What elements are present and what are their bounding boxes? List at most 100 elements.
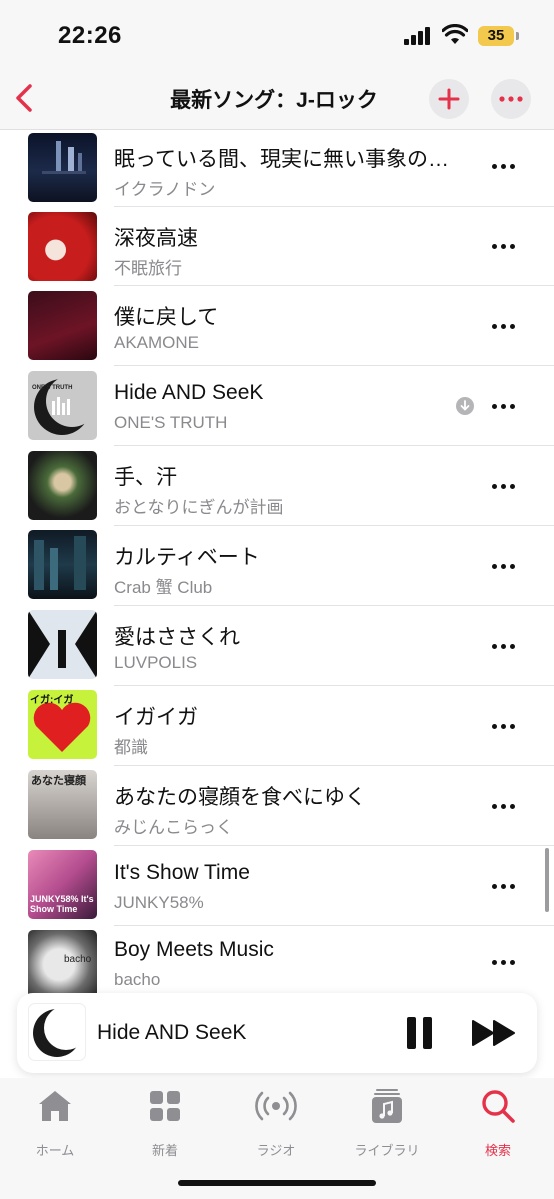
row-divider (114, 525, 554, 526)
row-divider (114, 445, 554, 446)
wifi-icon (442, 24, 468, 44)
song-title: It's Show Time (114, 861, 250, 884)
album-artwork (28, 291, 97, 360)
mini-player-title: Hide AND SeeK (97, 1021, 247, 1044)
row-more-button[interactable] (490, 796, 520, 816)
artwork-text: ONE'S TRUTH (32, 385, 73, 391)
song-title: 深夜高速 (114, 227, 198, 250)
plus-icon (438, 88, 460, 110)
page-title: 最新ソング：J-ロック (170, 89, 378, 112)
album-artwork (28, 133, 97, 202)
row-divider (114, 285, 554, 286)
song-artist: JUNKY58% (114, 893, 204, 912)
grid-icon (150, 1091, 180, 1121)
song-row[interactable]: 深夜高速 不眠旅行 (0, 210, 554, 290)
artwork-text: bacho (64, 954, 92, 965)
album-artwork: JUNKY58% It's Show Time (28, 850, 97, 919)
row-divider (114, 765, 554, 766)
home-indicator[interactable] (178, 1180, 376, 1186)
song-title: 手、汗 (114, 466, 177, 489)
song-row[interactable]: 愛はささくれ LUVPOLIS (0, 610, 554, 690)
row-divider (114, 605, 554, 606)
row-more-button[interactable] (490, 636, 520, 656)
mini-player-artwork (29, 1004, 85, 1060)
row-more-button[interactable] (490, 716, 520, 736)
more-options-button[interactable] (491, 79, 531, 119)
album-artwork: イガ:イガ (28, 690, 97, 759)
song-row[interactable]: 眠っている間、現実に無い事象の… イクラノドン (0, 130, 554, 210)
tab-search[interactable]: 検索 (448, 1088, 548, 1158)
search-icon (482, 1090, 515, 1123)
tab-label: ホーム (35, 1143, 75, 1158)
artwork-text: JUNKY58% It's Show Time (30, 894, 94, 914)
song-row[interactable]: あなた寝顔 あなたの寝顔を食べにゆく みじんこらっく (0, 770, 554, 850)
fast-forward-button[interactable] (472, 1019, 516, 1047)
row-more-button[interactable] (490, 396, 520, 416)
song-title: イガイガ (114, 706, 198, 729)
song-row[interactable]: JUNKY58% It's Show Time It's Show Time J… (0, 850, 554, 930)
row-more-button[interactable] (490, 476, 520, 496)
tab-home[interactable]: ホーム (5, 1088, 105, 1158)
album-artwork: bacho (28, 930, 97, 996)
album-artwork: あなた寝顔 (28, 770, 97, 839)
song-row[interactable]: 僕に戻して AKAMONE (0, 290, 554, 370)
library-icon (372, 1089, 402, 1123)
song-row[interactable]: イガ:イガ イガイガ 都識 (0, 690, 554, 770)
song-artist: おとなりにぎんが計画 (114, 498, 284, 517)
tab-new[interactable]: 新着 (115, 1088, 215, 1158)
scroll-indicator[interactable] (545, 848, 549, 912)
home-icon (39, 1091, 71, 1121)
row-more-button[interactable] (490, 316, 520, 336)
nav-bar: 最新ソング：J-ロック (0, 70, 554, 130)
tab-library[interactable]: ライブラリ (337, 1088, 437, 1158)
song-row-now-playing[interactable]: ONE'S TRUTH Hide AND SeeK ONE'S TRUTH (0, 370, 554, 450)
song-title: 眠っている間、現実に無い事象の… (114, 148, 449, 171)
song-artist: みじんこらっく (114, 818, 233, 837)
row-divider (114, 925, 554, 926)
mini-player[interactable]: Hide AND SeeK (17, 993, 537, 1073)
row-divider (114, 206, 554, 207)
album-artwork: ONE'S TRUTH (28, 371, 97, 440)
song-artist: イクラノドン (114, 180, 216, 199)
song-artist: AKAMONE (114, 333, 200, 352)
tab-label: ラジオ (256, 1143, 296, 1158)
album-artwork (28, 530, 97, 599)
row-more-button[interactable] (490, 876, 520, 896)
song-title: Boy Meets Music (114, 938, 274, 961)
pause-button[interactable] (407, 1017, 433, 1049)
tab-label: 検索 (484, 1143, 511, 1158)
status-bar: 22:26 35 (0, 0, 554, 70)
artwork-text: イガ:イガ (30, 695, 74, 706)
ellipsis-icon (499, 96, 523, 102)
song-artist: ONE'S TRUTH (114, 413, 228, 432)
song-row[interactable]: カルティベート Crab 蟹 Club (0, 530, 554, 610)
song-artist: LUVPOLIS (114, 653, 198, 672)
artwork-text: あなた寝顔 (31, 775, 86, 787)
song-title: あなたの寝顔を食べにゆく (114, 786, 366, 809)
equalizer-icon (52, 395, 72, 415)
song-title: 愛はささくれ (114, 626, 240, 649)
song-title: Hide AND SeeK (114, 381, 264, 404)
downloaded-icon (456, 397, 474, 415)
pause-icon (407, 1017, 416, 1049)
cellular-signal-icon (404, 27, 434, 45)
song-row[interactable]: 手、汗 おとなりにぎんが計画 (0, 450, 554, 530)
album-artwork (28, 212, 97, 281)
song-row[interactable]: bacho Boy Meets Music bacho (0, 930, 554, 996)
song-artist: bacho (114, 970, 161, 989)
song-artist: 都識 (114, 738, 148, 757)
tab-radio[interactable]: ラジオ (226, 1088, 326, 1158)
row-more-button[interactable] (490, 236, 520, 256)
row-more-button[interactable] (490, 556, 520, 576)
status-time: 22:26 (58, 22, 122, 49)
battery-tip (516, 32, 519, 40)
song-title: カルティベート (114, 546, 260, 569)
song-list[interactable]: 眠っている間、現実に無い事象の… イクラノドン 深夜高速 不眠旅行 僕に戻して … (0, 130, 554, 996)
row-divider (114, 365, 554, 366)
add-button[interactable] (429, 79, 469, 119)
row-more-button[interactable] (490, 952, 520, 972)
album-artwork (28, 610, 97, 679)
row-more-button[interactable] (490, 156, 520, 176)
album-artwork (28, 451, 97, 520)
tab-label: ライブラリ (354, 1143, 420, 1158)
